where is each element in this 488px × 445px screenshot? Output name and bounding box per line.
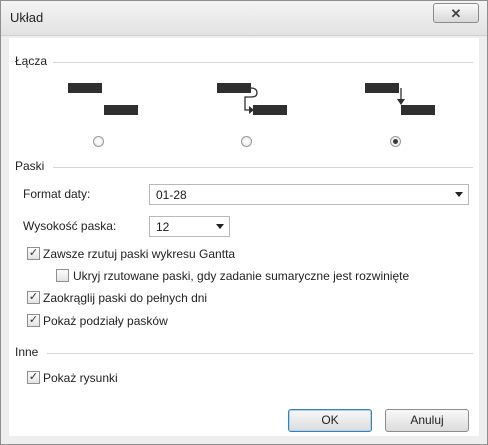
other-section-label: Inne (15, 345, 39, 359)
checkmark-icon: ✓ (28, 314, 39, 326)
show-drawings-label: Pokaż rysunki (43, 371, 118, 385)
links-section-label: Łącza (15, 54, 48, 68)
bars-section-divider (53, 167, 473, 168)
cancel-button[interactable]: Anuluj (385, 409, 469, 432)
chevron-down-icon (455, 192, 463, 197)
gantt-bar-icon (104, 105, 138, 115)
close-button[interactable]: ✕ (433, 3, 479, 23)
gantt-bar-icon (401, 105, 435, 115)
title-bar: Układ ✕ (1, 1, 487, 36)
layout-dialog: Układ ✕ Łącza Paski Format daty: 01-28 W… (0, 0, 488, 445)
checkmark-icon: ✓ (28, 247, 39, 259)
show-bar-splits-label: Pokaż podziały pasków (43, 314, 168, 328)
chevron-down-icon (216, 224, 224, 229)
dialog-body: Łącza Paski Format daty: 01-28 Wysokość … (9, 38, 479, 436)
hide-projected-bars-checkbox[interactable] (56, 269, 69, 282)
project-gantt-bars-checkbox[interactable]: ✓ (27, 247, 40, 260)
show-bar-splits-checkbox[interactable]: ✓ (27, 314, 40, 327)
round-bars-label: Zaokrąglij paski do pełnych dni (43, 291, 208, 305)
gantt-bar-icon (68, 83, 102, 93)
link-style-none-radio[interactable] (93, 136, 104, 147)
date-format-select[interactable]: 01-28 (149, 184, 469, 205)
checkmark-icon: ✓ (28, 371, 39, 383)
link-style-end-start-radio[interactable] (241, 136, 252, 147)
date-format-value: 01-28 (156, 188, 187, 202)
bar-height-label: Wysokość paska: (23, 219, 117, 233)
gantt-bar-icon (365, 83, 399, 93)
close-icon: ✕ (450, 6, 462, 21)
links-section-divider (53, 62, 473, 63)
round-bars-checkbox[interactable]: ✓ (27, 291, 40, 304)
bars-section-label: Paski (15, 159, 45, 173)
bar-height-select[interactable]: 12 (149, 216, 230, 237)
project-gantt-bars-label: Zawsze rzutuj paski wykresu Gantta (43, 247, 236, 261)
other-section-divider (47, 353, 473, 354)
checkmark-icon: ✓ (28, 291, 39, 303)
date-format-label: Format daty: (23, 187, 91, 201)
link-style-straight-radio[interactable] (390, 136, 401, 147)
ok-button[interactable]: OK (288, 409, 372, 432)
show-drawings-checkbox[interactable]: ✓ (27, 371, 40, 384)
dialog-title: Układ (10, 10, 44, 25)
gantt-bar-icon (253, 105, 287, 115)
bar-height-value: 12 (156, 220, 170, 234)
hide-projected-bars-label: Ukryj rzutowane paski, gdy zadanie sumar… (73, 269, 410, 283)
